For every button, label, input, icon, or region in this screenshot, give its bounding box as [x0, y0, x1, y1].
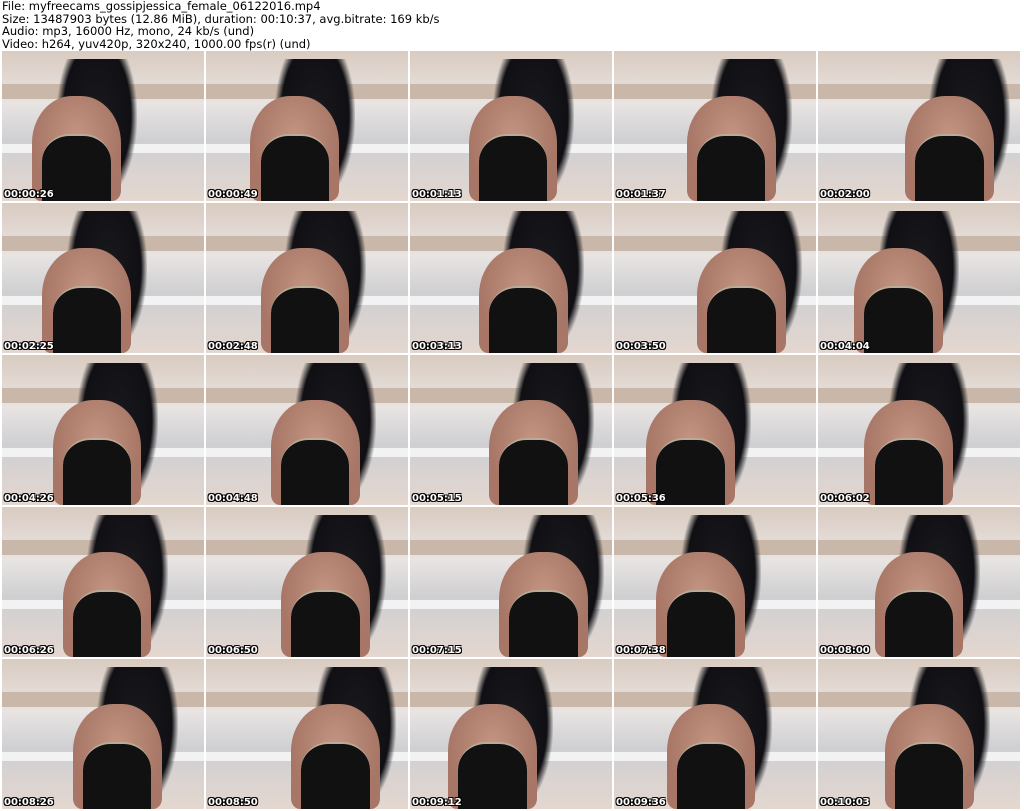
video-thumbnail: 00:03:13 — [410, 203, 612, 353]
thumbnail-figure — [498, 437, 568, 505]
video-thumbnail: 00:00:49 — [206, 51, 408, 201]
thumbnail-figure — [864, 285, 934, 353]
video-thumbnail: 00:05:15 — [410, 355, 612, 505]
thumbnail-figure — [894, 741, 964, 809]
file-info-header: File: myfreecams_gossipjessica_female_06… — [2, 0, 440, 50]
video-thumbnail: 00:09:36 — [614, 659, 816, 809]
video-thumbnail: 00:05:36 — [614, 355, 816, 505]
thumbnail-figure — [260, 133, 330, 201]
video-thumbnail: 00:10:03 — [818, 659, 1020, 809]
thumbnail-timestamp: 00:08:50 — [208, 797, 258, 808]
video-thumbnail: 00:02:00 — [818, 51, 1020, 201]
video-thumbnail: 00:08:50 — [206, 659, 408, 809]
thumbnail-figure — [884, 589, 954, 657]
thumbnail-figure — [666, 589, 736, 657]
file-name: File: myfreecams_gossipjessica_female_06… — [2, 0, 321, 13]
thumbnail-figure — [72, 589, 142, 657]
thumbnail-figure — [270, 285, 340, 353]
video-thumbnail: 00:07:15 — [410, 507, 612, 657]
thumbnail-figure — [874, 437, 944, 505]
video-thumbnail: 00:08:00 — [818, 507, 1020, 657]
video-thumbnail: 00:02:25 — [2, 203, 204, 353]
thumbnail-timestamp: 00:04:04 — [820, 341, 870, 352]
thumbnail-figure — [300, 741, 370, 809]
thumbnail-timestamp: 00:04:48 — [208, 493, 258, 504]
thumbnail-figure — [696, 133, 766, 201]
thumbnail-timestamp: 00:06:26 — [4, 645, 54, 656]
thumbnail-figure — [82, 741, 152, 809]
thumbnail-figure — [478, 133, 548, 201]
video-thumbnail: 00:07:38 — [614, 507, 816, 657]
thumbnail-grid: 00:00:26 00:00:49 00:01:13 00:01:37 00:02:00… — [2, 51, 1020, 809]
video-thumbnail: 00:00:26 — [2, 51, 204, 201]
thumbnail-figure — [656, 437, 726, 505]
thumbnail-timestamp: 00:01:13 — [412, 189, 462, 200]
video-thumbnail: 00:06:02 — [818, 355, 1020, 505]
thumbnail-timestamp: 00:08:26 — [4, 797, 54, 808]
thumbnail-timestamp: 00:03:13 — [412, 341, 462, 352]
thumbnail-figure — [508, 589, 578, 657]
thumbnail-timestamp: 00:05:15 — [412, 493, 462, 504]
thumbnail-timestamp: 00:07:15 — [412, 645, 462, 656]
thumbnail-timestamp: 00:03:50 — [616, 341, 666, 352]
thumbnail-timestamp: 00:00:26 — [4, 189, 54, 200]
thumbnail-timestamp: 00:08:00 — [820, 645, 870, 656]
video-thumbnail: 00:01:13 — [410, 51, 612, 201]
video-thumbnail: 00:04:04 — [818, 203, 1020, 353]
thumbnail-figure — [52, 285, 122, 353]
audio-info: Audio: mp3, 16000 Hz, mono, 24 kb/s (und… — [2, 24, 255, 38]
thumbnail-timestamp: 00:02:48 — [208, 341, 258, 352]
video-thumbnail: 00:01:37 — [614, 51, 816, 201]
video-thumbnail: 00:02:48 — [206, 203, 408, 353]
thumbnail-figure — [280, 437, 350, 505]
video-thumbnail: 00:06:50 — [206, 507, 408, 657]
thumbnail-figure — [914, 133, 984, 201]
thumbnail-figure — [458, 741, 528, 809]
thumbnail-timestamp: 00:06:02 — [820, 493, 870, 504]
video-info: Video: h264, yuv420p, 320x240, 1000.00 f… — [2, 36, 311, 51]
thumbnail-figure — [488, 285, 558, 353]
thumbnail-timestamp: 00:10:03 — [820, 797, 870, 808]
thumbnail-timestamp: 00:07:38 — [616, 645, 666, 656]
thumbnail-timestamp: 00:01:37 — [616, 189, 666, 200]
video-thumbnail: 00:03:50 — [614, 203, 816, 353]
video-thumbnail: 00:06:26 — [2, 507, 204, 657]
thumbnail-figure — [62, 437, 132, 505]
thumbnail-timestamp: 00:06:50 — [208, 645, 258, 656]
thumbnail-figure — [676, 741, 746, 809]
thumbnail-figure — [706, 285, 776, 353]
video-thumbnail: 00:04:26 — [2, 355, 204, 505]
thumbnail-timestamp: 00:02:25 — [4, 341, 54, 352]
video-thumbnail: 00:08:26 — [2, 659, 204, 809]
thumbnail-timestamp: 00:00:49 — [208, 189, 258, 200]
video-thumbnail: 00:09:12 — [410, 659, 612, 809]
thumbnail-timestamp: 00:04:26 — [4, 493, 54, 504]
thumbnail-timestamp: 00:09:12 — [412, 797, 462, 808]
thumbnail-timestamp: 00:02:00 — [820, 189, 870, 200]
thumbnail-figure — [290, 589, 360, 657]
thumbnail-timestamp: 00:09:36 — [616, 797, 666, 808]
video-thumbnail: 00:04:48 — [206, 355, 408, 505]
thumbnail-timestamp: 00:05:36 — [616, 493, 666, 504]
